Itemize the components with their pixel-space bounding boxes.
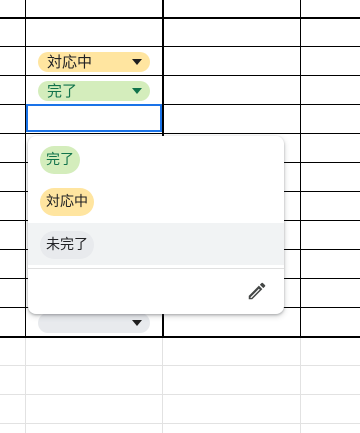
option-chip: 完了 xyxy=(40,146,80,174)
row-line xyxy=(0,75,360,76)
column-line xyxy=(300,0,301,338)
pencil-icon[interactable] xyxy=(246,280,268,302)
status-chip-label: 対応中 xyxy=(47,53,93,71)
status-dropdown-menu: 完了 対応中 未完了 xyxy=(28,136,284,314)
dropdown-option-in-progress[interactable]: 対応中 xyxy=(28,180,284,222)
gridline xyxy=(0,423,360,424)
dropdown-option-done[interactable]: 完了 xyxy=(28,138,284,180)
row-line xyxy=(0,46,360,47)
active-cell-editor[interactable] xyxy=(26,104,162,132)
status-chip-in-progress[interactable]: 対応中 xyxy=(38,52,150,72)
dropdown-arrow-icon[interactable] xyxy=(132,88,142,94)
status-chip-done[interactable]: 完了 xyxy=(38,81,150,101)
status-chip-empty[interactable] xyxy=(38,313,150,333)
gridline xyxy=(162,338,163,433)
status-chip-label: 完了 xyxy=(47,82,78,100)
gridline xyxy=(300,338,301,433)
dropdown-arrow-icon[interactable] xyxy=(132,320,142,326)
gridline xyxy=(0,365,360,366)
gridline xyxy=(0,394,360,395)
dropdown-arrow-icon[interactable] xyxy=(132,59,142,65)
column-line xyxy=(25,0,26,338)
option-chip: 未完了 xyxy=(40,231,94,259)
row-line xyxy=(0,17,360,19)
row-line xyxy=(0,336,360,338)
menu-divider xyxy=(28,268,284,269)
row-line xyxy=(0,133,360,134)
option-chip: 対応中 xyxy=(40,188,94,216)
gridline xyxy=(25,338,26,433)
dropdown-option-not-done[interactable]: 未完了 xyxy=(28,223,284,265)
